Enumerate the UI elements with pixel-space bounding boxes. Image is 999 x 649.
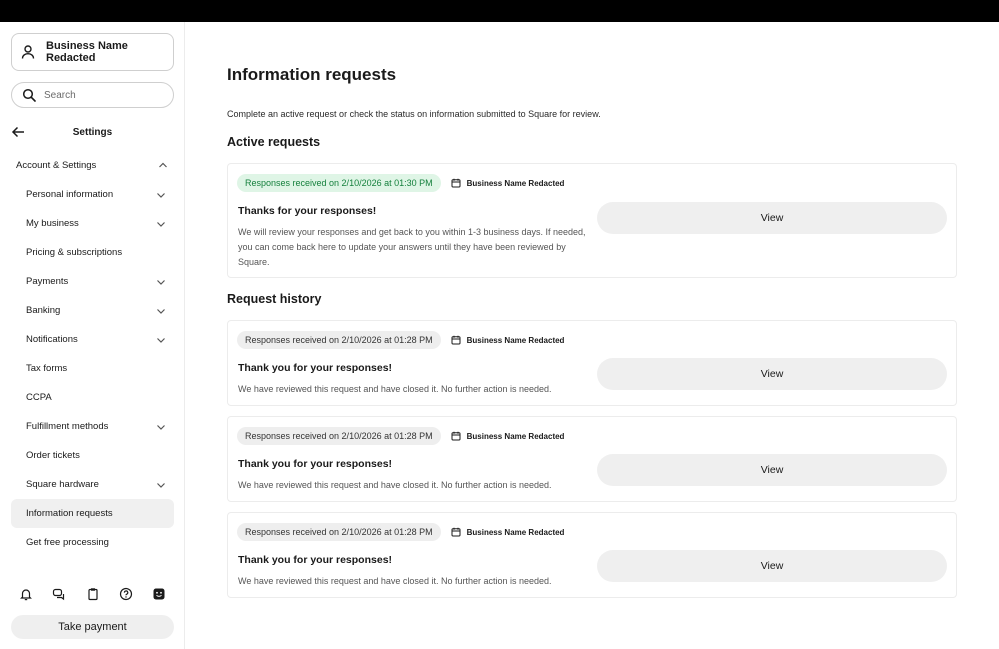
sidebar-item-label: Personal information: [26, 189, 114, 200]
history-request-card: Responses received on 2/10/2026 at 01:28…: [227, 320, 957, 406]
sidebar: Business Name Redacted Settings Account …: [0, 22, 185, 649]
chevron-down-icon: [156, 277, 166, 287]
chat-icon[interactable]: [52, 587, 66, 601]
bottom-toolbar: [11, 587, 174, 605]
sidebar-item-label: Notifications: [26, 334, 78, 345]
top-bar: [0, 0, 999, 22]
chevron-down-icon: [156, 306, 166, 316]
sidebar-item-my-business[interactable]: My business: [11, 209, 174, 238]
status-badge: Responses received on 2/10/2026 at 01:28…: [237, 427, 441, 445]
body-line: Square.: [238, 257, 270, 267]
take-payment-button[interactable]: Take payment: [11, 615, 174, 639]
view-button[interactable]: View: [597, 550, 947, 582]
person-icon: [20, 44, 36, 60]
view-button[interactable]: View: [597, 358, 947, 390]
sidebar-item-notifications[interactable]: Notifications: [11, 325, 174, 354]
calendar-icon: [451, 335, 461, 345]
request-body: We have reviewed this request and have c…: [238, 384, 552, 394]
history-request-card: Responses received on 2/10/2026 at 01:28…: [227, 416, 957, 502]
sidebar-item-label: Tax forms: [26, 363, 68, 374]
sidebar-item-fulfillment-methods[interactable]: Fulfillment methods: [11, 412, 174, 441]
sidebar-item-ccpa[interactable]: CCPA: [11, 383, 174, 412]
sidebar-item-label: My business: [26, 218, 79, 229]
status-badge: Responses received on 2/10/2026 at 01:28…: [237, 331, 441, 349]
settings-header: Settings: [0, 122, 185, 142]
business-account-card[interactable]: Business Name Redacted: [11, 33, 174, 71]
request-history-title: Request history: [227, 292, 322, 306]
chevron-down-icon: [156, 422, 166, 432]
clipboard-icon[interactable]: [86, 587, 100, 601]
request-body: We have reviewed this request and have c…: [238, 576, 552, 586]
bell-icon[interactable]: [19, 587, 33, 601]
body-line: you can come back here to update your an…: [238, 242, 566, 252]
calendar-icon: [451, 431, 461, 441]
sidebar-item-payments[interactable]: Payments: [11, 267, 174, 296]
sidebar-item-personal-information[interactable]: Personal information: [11, 180, 174, 209]
business-name: Business Name Redacted: [46, 40, 128, 64]
sidebar-item-label: Pricing & subscriptions: [26, 247, 123, 258]
help-icon[interactable]: [119, 587, 133, 601]
request-owner: Business Name Redacted: [466, 527, 565, 537]
sidebar-item-square-hardware[interactable]: Square hardware: [11, 470, 174, 499]
search-icon: [22, 88, 36, 102]
request-owner: Business Name Redacted: [466, 335, 565, 345]
sidebar-item-pricing-subscriptions[interactable]: Pricing & subscriptions: [11, 238, 174, 267]
smiley-icon[interactable]: [152, 587, 166, 601]
request-heading: Thank you for your responses!: [238, 554, 393, 566]
sidebar-item-label: Square hardware: [26, 479, 99, 490]
calendar-icon: [451, 527, 461, 537]
sidebar-item-information-requests[interactable]: Information requests: [11, 499, 174, 528]
sidebar-item-tax-forms[interactable]: Tax forms: [11, 354, 174, 383]
active-requests-title: Active requests: [227, 135, 321, 149]
section-label: Account & Settings: [16, 159, 97, 171]
page-title: Information requests: [227, 65, 397, 84]
settings-title: Settings: [72, 126, 113, 138]
sidebar-item-label: Payments: [26, 276, 69, 287]
sidebar-item-label: Fulfillment methods: [26, 421, 109, 432]
active-request-card: Responses received on 2/10/2026 at 01:30…: [227, 163, 957, 278]
sidebar-item-get-free-processing[interactable]: Get free processing: [11, 528, 174, 557]
request-meta: Responses received on 2/10/2026 at 01:28…: [237, 331, 564, 349]
calendar-icon: [451, 178, 461, 188]
sidebar-item-label: Banking: [26, 305, 61, 316]
search-box[interactable]: [11, 82, 174, 108]
request-heading: Thank you for your responses!: [238, 362, 393, 374]
request-meta: Responses received on 2/10/2026 at 01:28…: [237, 427, 564, 445]
chevron-up-icon: [158, 160, 168, 170]
request-heading: Thanks for your responses!: [238, 205, 377, 217]
request-owner: Business Name Redacted: [466, 431, 565, 441]
sidebar-item-label: CCPA: [26, 392, 52, 403]
body-line: We will review your responses and get ba…: [238, 227, 586, 237]
chevron-down-icon: [156, 480, 166, 490]
page-description: Complete an active request or check the …: [227, 109, 601, 119]
status-badge: Responses received on 2/10/2026 at 01:30…: [237, 174, 441, 192]
sidebar-item-label: Get free processing: [26, 537, 109, 548]
sidebar-item-banking[interactable]: Banking: [11, 296, 174, 325]
request-meta: Responses received on 2/10/2026 at 01:30…: [237, 174, 564, 192]
view-button[interactable]: View: [597, 454, 947, 486]
chevron-down-icon: [156, 190, 166, 200]
back-arrow-icon[interactable]: [11, 125, 25, 139]
chevron-down-icon: [156, 219, 166, 229]
history-request-card: Responses received on 2/10/2026 at 01:28…: [227, 512, 957, 598]
sidebar-item-label: Information requests: [26, 508, 113, 519]
view-button[interactable]: View: [597, 202, 947, 234]
account-settings-section[interactable]: Account & Settings: [16, 158, 168, 172]
sidebar-item-order-tickets[interactable]: Order tickets: [11, 441, 174, 470]
request-heading: Thank you for your responses!: [238, 458, 393, 470]
search-input[interactable]: [44, 89, 154, 101]
request-body: We will review your responses and get ba…: [238, 225, 586, 270]
main-content: Information requests Complete an active …: [185, 22, 999, 649]
request-meta: Responses received on 2/10/2026 at 01:28…: [237, 523, 564, 541]
status-badge: Responses received on 2/10/2026 at 01:28…: [237, 523, 441, 541]
sidebar-item-label: Order tickets: [26, 450, 80, 461]
request-body: We have reviewed this request and have c…: [238, 480, 552, 490]
chevron-down-icon: [156, 335, 166, 345]
request-owner: Business Name Redacted: [466, 178, 565, 188]
